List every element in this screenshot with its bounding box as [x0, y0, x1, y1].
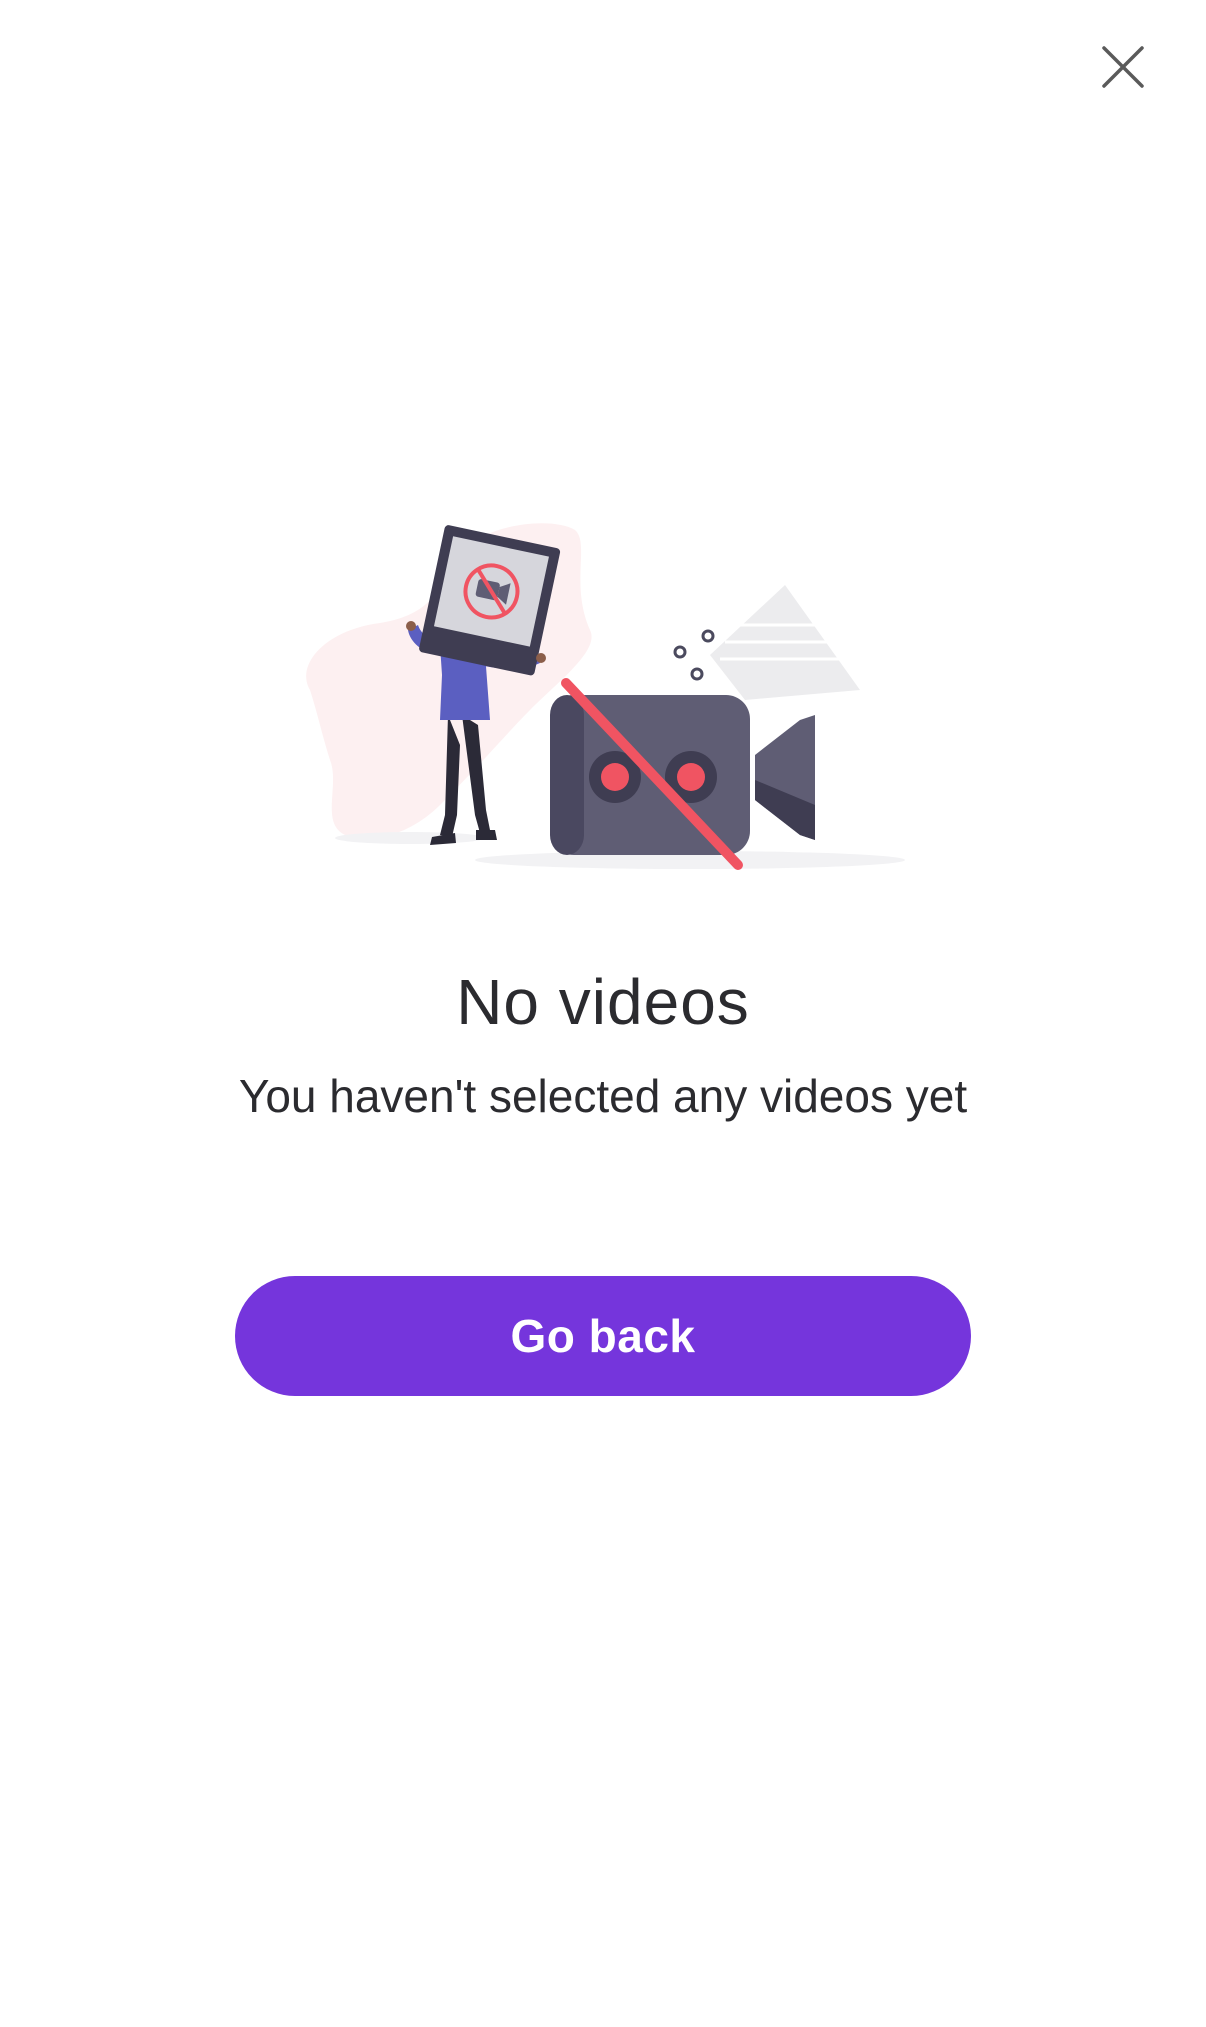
empty-state-title: No videos	[456, 966, 750, 1038]
empty-state-message: You haven't selected any videos yet	[238, 1070, 968, 1122]
close-icon	[1102, 46, 1144, 88]
no-video-camera-illustration	[306, 523, 905, 870]
go-back-button[interactable]: Go back	[235, 1276, 971, 1396]
close-button[interactable]	[1090, 34, 1156, 100]
